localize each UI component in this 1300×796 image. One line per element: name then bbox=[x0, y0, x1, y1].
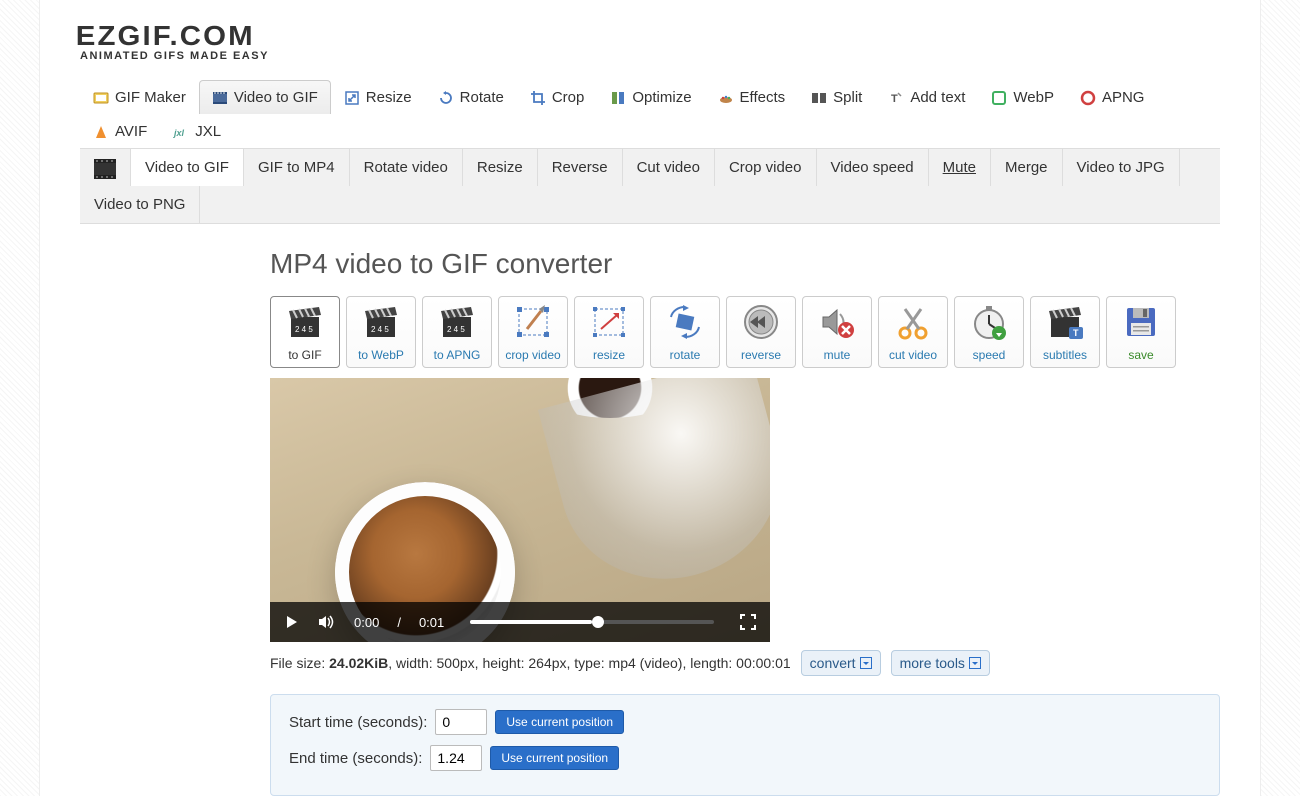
crop-sel-icon bbox=[513, 303, 553, 341]
nav-sub-gif-to-mp4[interactable]: GIF to MP4 bbox=[244, 149, 350, 186]
nav-main-jxl[interactable]: jxlJXL bbox=[160, 114, 234, 148]
volume-icon[interactable] bbox=[318, 614, 336, 630]
svg-text:jxl: jxl bbox=[173, 128, 185, 138]
rewind-icon bbox=[741, 303, 781, 341]
tool-cut-video[interactable]: cut video bbox=[878, 296, 948, 368]
rotate-icon bbox=[438, 90, 454, 106]
scissors-icon bbox=[893, 303, 933, 341]
avif-icon bbox=[93, 124, 109, 140]
file-meta: File size: 24.02KiB, width: 500px, heigh… bbox=[80, 650, 1220, 676]
tool-reverse[interactable]: reverse bbox=[726, 296, 796, 368]
main-nav: GIF MakerVideo to GIFResizeRotateCropOpt… bbox=[80, 80, 1220, 149]
nav-sub-crop-video[interactable]: Crop video bbox=[715, 149, 817, 186]
tool-to-WebP[interactable]: 2 4 5to WebP bbox=[346, 296, 416, 368]
video-player[interactable]: 0:00 / 0:01 bbox=[270, 378, 770, 642]
end-time-label: End time (seconds): bbox=[289, 750, 422, 767]
tool-row: 2 4 5to GIF2 4 5to WebP2 4 5to APNGcrop … bbox=[80, 296, 1220, 368]
seek-slider[interactable] bbox=[470, 620, 714, 624]
tool-mute[interactable]: mute bbox=[802, 296, 872, 368]
nav-main-webp[interactable]: WebP bbox=[978, 80, 1067, 114]
nav-main-split[interactable]: Split bbox=[798, 80, 875, 114]
text-icon: T bbox=[888, 90, 904, 106]
optimize-icon bbox=[610, 90, 626, 106]
svg-text:2 4 5: 2 4 5 bbox=[447, 325, 465, 334]
svg-text:T: T bbox=[1073, 328, 1079, 338]
svg-text:2 4 5: 2 4 5 bbox=[295, 325, 313, 334]
fullscreen-icon[interactable] bbox=[740, 614, 756, 630]
clap-icon: 2 4 5 bbox=[437, 303, 477, 341]
nav-sub-video-speed[interactable]: Video speed bbox=[817, 149, 929, 186]
tool-subtitles[interactable]: Tsubtitles bbox=[1030, 296, 1100, 368]
webp-icon bbox=[991, 90, 1007, 106]
tool-to-APNG[interactable]: 2 4 5to APNG bbox=[422, 296, 492, 368]
use-current-start-button[interactable]: Use current position bbox=[495, 710, 624, 734]
sub-nav: Video to GIFGIF to MP4Rotate videoResize… bbox=[80, 149, 1220, 224]
nav-sub-reverse[interactable]: Reverse bbox=[538, 149, 623, 186]
nav-sub-rotate-video[interactable]: Rotate video bbox=[350, 149, 463, 186]
split-icon bbox=[811, 90, 827, 106]
start-time-input[interactable] bbox=[435, 709, 487, 735]
end-time-input[interactable] bbox=[430, 745, 482, 771]
nav-sub-mute[interactable]: Mute bbox=[929, 149, 991, 186]
nav-main-apng[interactable]: APNG bbox=[1067, 80, 1158, 114]
film-icon bbox=[80, 149, 131, 186]
nav-sub-resize[interactable]: Resize bbox=[463, 149, 538, 186]
site-logo[interactable]: EZGIF.COM ANIMATED GIFS MADE EASY bbox=[80, 20, 1220, 62]
floppy-icon bbox=[1121, 303, 1161, 341]
tool-speed[interactable]: speed bbox=[954, 296, 1024, 368]
tool-to-GIF[interactable]: 2 4 5to GIF bbox=[270, 296, 340, 368]
nav-main-optimize[interactable]: Optimize bbox=[597, 80, 704, 114]
nav-main-avif[interactable]: AVIF bbox=[80, 114, 160, 148]
video-controls: 0:00 / 0:01 bbox=[270, 602, 770, 642]
current-time: 0:00 bbox=[354, 615, 379, 630]
nav-sub-video-to-gif[interactable]: Video to GIF bbox=[131, 149, 244, 186]
more-tools-button[interactable]: more tools bbox=[891, 650, 990, 676]
nav-sub-merge[interactable]: Merge bbox=[991, 149, 1063, 186]
convert-button[interactable]: convert bbox=[801, 650, 881, 676]
nav-sub-video-to-png[interactable]: Video to PNG bbox=[80, 186, 200, 223]
jxl-icon: jxl bbox=[173, 124, 189, 140]
gif-icon bbox=[93, 90, 109, 106]
apng-icon bbox=[1080, 90, 1096, 106]
time-form: Start time (seconds): Use current positi… bbox=[270, 694, 1220, 796]
clap-num-icon: 2 4 5 bbox=[285, 303, 325, 341]
nav-main-video-to-gif[interactable]: Video to GIF bbox=[199, 80, 331, 114]
clap-t-icon: T bbox=[1045, 303, 1085, 341]
svg-text:T: T bbox=[891, 93, 898, 105]
start-time-label: Start time (seconds): bbox=[289, 714, 427, 731]
use-current-end-button[interactable]: Use current position bbox=[490, 746, 619, 770]
duration: 0:01 bbox=[419, 615, 444, 630]
tool-resize[interactable]: resize bbox=[574, 296, 644, 368]
tool-rotate[interactable]: rotate bbox=[650, 296, 720, 368]
speaker-x-icon bbox=[817, 303, 857, 341]
nav-main-add-text[interactable]: TAdd text bbox=[875, 80, 978, 114]
tool-save[interactable]: save bbox=[1106, 296, 1176, 368]
nav-main-rotate[interactable]: Rotate bbox=[425, 80, 517, 114]
nav-sub-cut-video[interactable]: Cut video bbox=[623, 149, 715, 186]
stopwatch-icon bbox=[969, 303, 1009, 341]
nav-main-resize[interactable]: Resize bbox=[331, 80, 425, 114]
rotate-arrows-icon bbox=[665, 303, 705, 341]
nav-sub-video-to-jpg[interactable]: Video to JPG bbox=[1063, 149, 1180, 186]
clap-icon: 2 4 5 bbox=[361, 303, 401, 341]
film-icon bbox=[212, 90, 228, 106]
resize-arrow-icon bbox=[589, 303, 629, 341]
nav-main-crop[interactable]: Crop bbox=[517, 80, 598, 114]
nav-main-gif-maker[interactable]: GIF Maker bbox=[80, 80, 199, 114]
crop-icon bbox=[530, 90, 546, 106]
effects-icon bbox=[718, 90, 734, 106]
play-icon[interactable] bbox=[284, 614, 300, 630]
nav-main-effects[interactable]: Effects bbox=[705, 80, 799, 114]
tool-crop-video[interactable]: crop video bbox=[498, 296, 568, 368]
page-title: MP4 video to GIF converter bbox=[80, 248, 1220, 280]
resize-icon bbox=[344, 90, 360, 106]
svg-text:2 4 5: 2 4 5 bbox=[371, 325, 389, 334]
